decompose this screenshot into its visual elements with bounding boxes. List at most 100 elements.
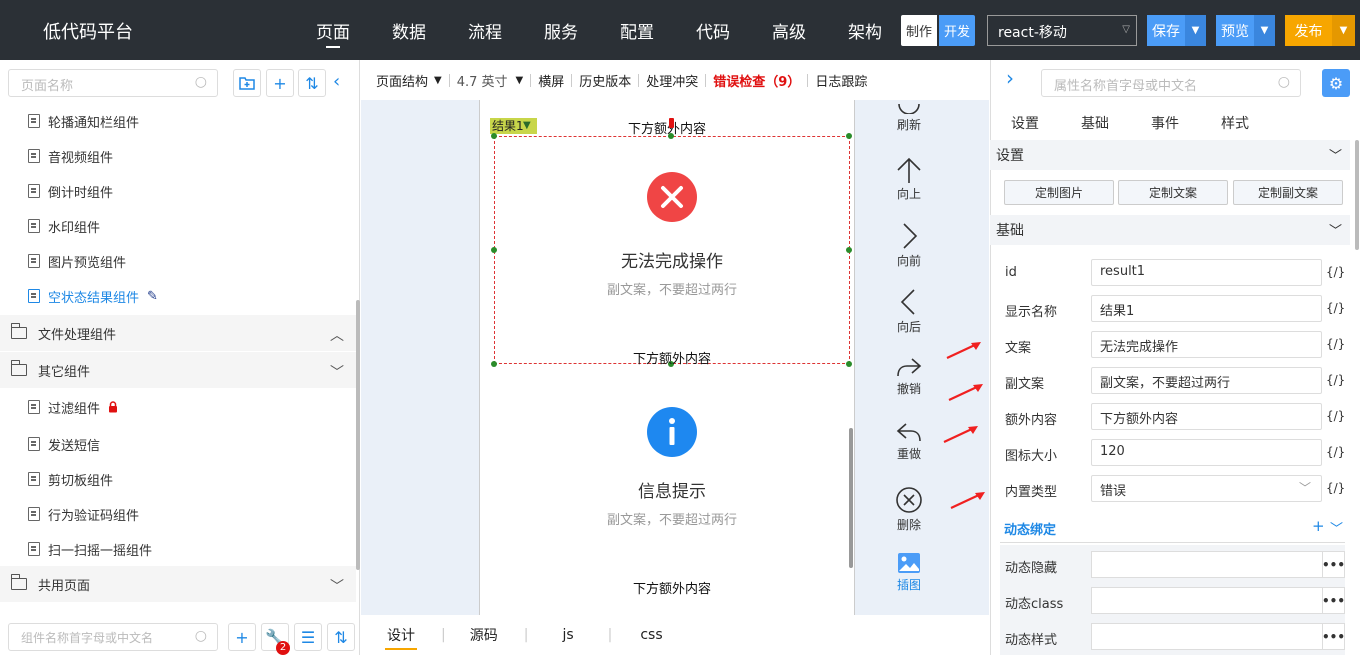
move-forward-tool[interactable]: 向前 — [892, 222, 926, 269]
tab-basic[interactable]: 基础 — [1081, 113, 1109, 133]
refresh-tool[interactable]: 刷新 — [892, 92, 926, 133]
prop-input-display-name[interactable]: 结果1 — [1091, 295, 1322, 322]
page-search-input[interactable]: 页面名称 ○ — [8, 69, 218, 97]
component-search-input[interactable]: 组件名称首字母或中文名 ○ — [8, 623, 218, 651]
resize-handle[interactable] — [668, 133, 674, 139]
expand-panel-icon[interactable]: › — [1006, 66, 1014, 90]
nav-service[interactable]: 服务 — [544, 18, 578, 43]
insert-image-tool[interactable]: 插图 — [892, 552, 926, 593]
list-item[interactable]: 音视频组件 — [28, 146, 113, 166]
tab-events[interactable]: 事件 — [1151, 113, 1179, 133]
list-item[interactable]: 轮播通知栏组件 — [28, 111, 139, 131]
section-basic[interactable]: 基础 ﹀ — [990, 215, 1350, 245]
list-item-active[interactable]: 空状态结果组件 ✎ — [28, 286, 158, 306]
expression-braces-icon[interactable]: {/} — [1326, 337, 1345, 351]
gear-icon[interactable]: ⚙ — [1322, 69, 1350, 97]
prop-input-extra[interactable]: 下方额外内容 — [1091, 403, 1322, 430]
list-item[interactable]: 图片预览组件 — [28, 251, 126, 271]
nav-flow[interactable]: 流程 — [468, 18, 502, 43]
list-item[interactable]: 水印组件 — [28, 216, 100, 236]
tab-styles[interactable]: 样式 — [1221, 113, 1249, 133]
dynamic-style-input[interactable] — [1091, 623, 1323, 650]
custom-subtext-button[interactable]: 定制副文案 — [1233, 180, 1343, 205]
dynamic-hide-input[interactable] — [1091, 551, 1323, 578]
expression-braces-icon[interactable]: {/} — [1326, 409, 1345, 423]
dynamic-class-input[interactable] — [1091, 587, 1323, 614]
conflict-button[interactable]: 处理冲突 — [646, 71, 698, 90]
section-settings[interactable]: 设置 ﹀ — [990, 140, 1350, 170]
list-item[interactable]: 过滤组件 — [28, 397, 118, 417]
list-item[interactable]: 扫一扫摇一摇组件 — [28, 539, 152, 559]
log-trace-button[interactable]: 日志跟踪 — [815, 71, 867, 90]
more-icon[interactable]: ••• — [1322, 623, 1345, 650]
mode-make-button[interactable]: 制作 — [901, 15, 937, 46]
chevron-down-icon[interactable]: ﹀ — [1330, 518, 1343, 537]
nav-config[interactable]: 配置 — [620, 18, 654, 43]
add-component-icon[interactable]: + — [228, 623, 256, 651]
history-button[interactable]: 历史版本 — [579, 71, 631, 90]
project-select[interactable]: react-移动 ▽ — [987, 15, 1137, 46]
device-size-select[interactable]: 4.7 英寸 — [457, 71, 508, 90]
prop-input-id[interactable]: result1 — [1091, 259, 1322, 286]
prop-select-builtin-type[interactable]: 错误 ﹀ — [1091, 475, 1322, 502]
publish-button[interactable]: 发布 — [1285, 15, 1332, 46]
nav-page[interactable]: 页面 — [316, 18, 350, 43]
custom-text-button[interactable]: 定制文案 — [1118, 180, 1228, 205]
preview-button[interactable]: 预览 — [1216, 15, 1254, 46]
left-scrollbar[interactable] — [356, 300, 360, 570]
expression-braces-icon[interactable]: {/} — [1326, 481, 1345, 495]
more-icon[interactable]: ••• — [1322, 551, 1345, 578]
caret-down-icon[interactable]: ▼ — [523, 118, 531, 134]
more-icon[interactable]: ••• — [1322, 587, 1345, 614]
section-dynamic-binding[interactable]: 动态绑定 — [1004, 519, 1056, 538]
property-search-input[interactable]: 属性名称首字母或中文名 ○ — [1041, 69, 1301, 97]
redo-tool[interactable]: 重做 — [892, 421, 926, 462]
move-back-tool[interactable]: 向后 — [892, 288, 926, 335]
custom-image-button[interactable]: 定制图片 — [1004, 180, 1114, 205]
selection-tag[interactable]: 结果1 ▼ — [490, 118, 537, 134]
save-dropdown-icon[interactable]: ▼ — [1185, 15, 1206, 46]
nav-data[interactable]: 数据 — [392, 18, 426, 43]
list-item[interactable]: 行为验证码组件 — [28, 504, 139, 524]
move-up-tool[interactable]: 向上 — [892, 157, 926, 202]
page-structure-button[interactable]: 页面结构 — [376, 71, 428, 90]
prop-input-text[interactable]: 无法完成操作 — [1091, 331, 1322, 358]
tab-js[interactable]: js — [562, 627, 573, 643]
group-shared-pages[interactable]: 共用页面 ﹀ — [0, 566, 356, 602]
caret-down-icon[interactable]: ▼ — [516, 75, 524, 86]
list-item[interactable]: 倒计时组件 — [28, 181, 113, 201]
add-page-icon[interactable]: + — [266, 69, 294, 97]
caret-down-icon[interactable]: ▼ — [434, 75, 442, 86]
tab-design[interactable]: 设计 — [385, 625, 417, 650]
canvas-scrollbar[interactable] — [849, 428, 853, 568]
undo-tool[interactable]: 撤销 — [892, 356, 926, 397]
add-folder-icon[interactable] — [233, 69, 261, 97]
resize-handle[interactable] — [846, 133, 852, 139]
resize-handle[interactable] — [491, 133, 497, 139]
prop-input-subtext[interactable]: 副文案，不要超过两行 — [1091, 367, 1322, 394]
prop-input-icon-size[interactable]: 120 — [1091, 439, 1322, 466]
expression-braces-icon[interactable]: {/} — [1326, 445, 1345, 459]
nav-advanced[interactable]: 高级 — [772, 18, 806, 43]
add-binding-icon[interactable]: + — [1312, 517, 1325, 535]
delete-tool[interactable]: 删除 — [892, 486, 926, 533]
nav-code[interactable]: 代码 — [696, 18, 730, 43]
publish-dropdown-icon[interactable]: ▼ — [1332, 15, 1355, 46]
sort-icon[interactable]: ⇅ — [298, 69, 326, 97]
group-other[interactable]: 其它组件 ﹀ — [0, 352, 356, 388]
nav-architecture[interactable]: 架构 — [848, 18, 882, 43]
preview-dropdown-icon[interactable]: ▼ — [1254, 15, 1275, 46]
expression-braces-icon[interactable]: {/} — [1326, 373, 1345, 387]
tab-css[interactable]: css — [640, 627, 662, 643]
right-scrollbar[interactable] — [1355, 140, 1359, 250]
collapse-panel-icon[interactable]: ‹ — [333, 71, 340, 92]
mode-dev-button[interactable]: 开发 — [939, 15, 975, 46]
save-button[interactable]: 保存 — [1147, 15, 1185, 46]
group-file-processing[interactable]: 文件处理组件 ︿ — [0, 315, 356, 351]
expression-braces-icon[interactable]: {/} — [1326, 301, 1345, 315]
edit-pencil-icon[interactable]: ✎ — [147, 289, 158, 304]
list-indent-icon[interactable]: ☰ — [294, 623, 322, 651]
list-item[interactable]: 剪切板组件 — [28, 469, 113, 489]
tab-settings[interactable]: 设置 — [1011, 113, 1039, 133]
list-item[interactable]: 发送短信 — [28, 434, 100, 454]
